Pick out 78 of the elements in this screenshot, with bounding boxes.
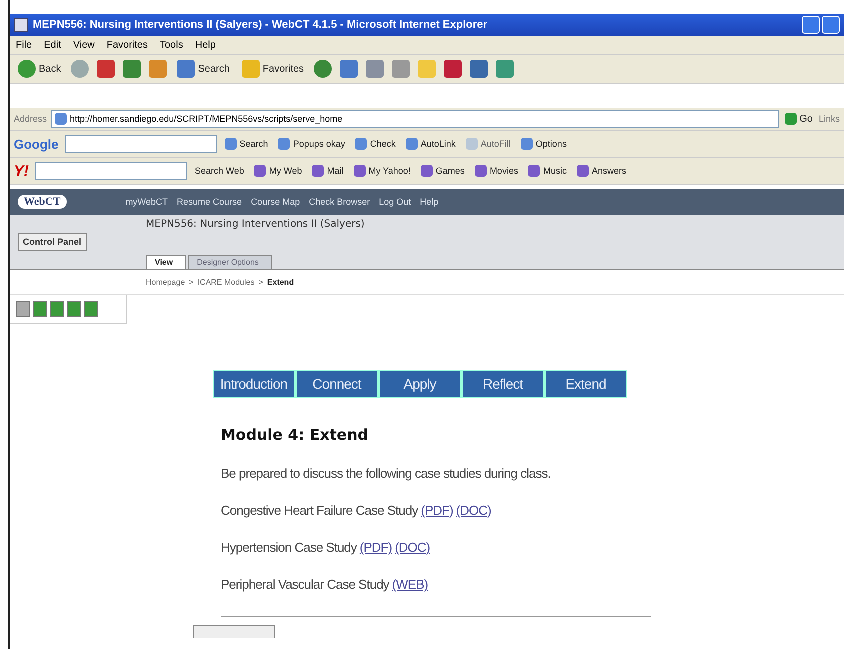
document-link[interactable]: (PDF) bbox=[421, 503, 454, 518]
toolbar-icon[interactable] bbox=[470, 60, 488, 78]
yahoo-search-field[interactable] bbox=[35, 162, 187, 180]
google-toolbar-button[interactable]: Options bbox=[518, 138, 569, 150]
tab[interactable]: Designer Options bbox=[188, 255, 272, 269]
document-link[interactable]: (WEB) bbox=[392, 577, 428, 592]
nav-link[interactable]: Check Browser bbox=[309, 197, 370, 207]
tab[interactable]: View bbox=[146, 255, 186, 269]
toolbar-button[interactable]: Search bbox=[175, 60, 232, 78]
google-search-field[interactable] bbox=[64, 135, 217, 153]
course-title: MEPN556: Nursing Interventions II (Salyers) bbox=[146, 219, 365, 230]
maximize-button[interactable] bbox=[822, 16, 840, 34]
case-study-title: Congestive Heart Failure Case Study bbox=[221, 503, 418, 518]
toolbar-button[interactable]: Back bbox=[16, 60, 64, 78]
case-study-title: Hypertension Case Study bbox=[221, 540, 357, 555]
document-link[interactable]: (DOC) bbox=[456, 503, 492, 518]
search-web-button[interactable]: Search Web bbox=[193, 166, 246, 176]
yahoo-logo[interactable]: Y! bbox=[14, 162, 29, 180]
yahoo-toolbar-button[interactable]: Answers bbox=[574, 165, 628, 177]
breadcrumb-separator: > bbox=[258, 278, 264, 286]
menu-item[interactable]: Help bbox=[195, 40, 216, 50]
module-nav-button[interactable]: Introduction bbox=[214, 371, 294, 397]
nav-link[interactable]: Log Out bbox=[379, 197, 412, 207]
toolbar-icon[interactable] bbox=[366, 60, 384, 78]
page-icon bbox=[55, 113, 68, 125]
google-toolbar-button[interactable]: Popups okay bbox=[276, 138, 348, 150]
document-link[interactable]: (PDF) bbox=[360, 540, 392, 555]
toolbar-icon[interactable] bbox=[444, 60, 462, 78]
toolbar-icon[interactable] bbox=[496, 60, 514, 78]
toolbar-button[interactable]: Favorites bbox=[240, 60, 306, 78]
links-label[interactable]: Links bbox=[818, 114, 840, 124]
menu-item[interactable]: Tools bbox=[160, 40, 184, 50]
window-icon bbox=[14, 18, 28, 32]
google-toolbar-button[interactable]: Search bbox=[222, 138, 270, 150]
small-button[interactable] bbox=[193, 625, 275, 638]
breadcrumb-link[interactable]: Extend bbox=[267, 278, 294, 286]
document-link[interactable]: (DOC) bbox=[395, 540, 430, 555]
module-nav-button[interactable]: Connect bbox=[297, 371, 377, 397]
breadcrumb-link[interactable]: ICARE Modules bbox=[198, 278, 255, 286]
toolbar-icon[interactable] bbox=[314, 60, 332, 78]
window-title: MEPN556: Nursing Interventions II (Salyers) - WebCT 4.1.5 - Microsoft Internet Explorer bbox=[33, 19, 488, 31]
yahoo-toolbar-button[interactable]: My Yahoo! bbox=[352, 165, 413, 177]
case-study-title: Peripheral Vascular Case Study bbox=[221, 577, 390, 592]
page-tool-icon[interactable] bbox=[16, 301, 30, 317]
breadcrumb-separator: > bbox=[189, 278, 194, 286]
go-button[interactable]: Go bbox=[782, 113, 815, 125]
nav-link[interactable]: myWebCT bbox=[126, 197, 168, 207]
minimize-button[interactable] bbox=[802, 16, 820, 34]
module-nav-button[interactable]: Extend bbox=[546, 371, 626, 397]
menu-item[interactable]: Edit bbox=[44, 40, 62, 50]
module-nav-button[interactable]: Reflect bbox=[463, 371, 543, 397]
google-toolbar-button[interactable]: Check bbox=[353, 138, 398, 150]
address-label: Address bbox=[14, 114, 48, 124]
yahoo-toolbar-button[interactable]: Movies bbox=[472, 165, 520, 177]
toolbar-icon[interactable] bbox=[97, 60, 116, 78]
toolbar-icon[interactable] bbox=[392, 60, 410, 78]
yahoo-toolbar-button[interactable]: My Web bbox=[252, 165, 304, 177]
toolbar-icon[interactable] bbox=[123, 60, 142, 78]
nav-link[interactable]: Course Map bbox=[251, 197, 300, 207]
menu-item[interactable]: Favorites bbox=[106, 40, 148, 50]
yahoo-toolbar-button[interactable]: Music bbox=[526, 165, 569, 177]
nav-link[interactable]: Help bbox=[420, 197, 439, 207]
module-nav-button[interactable]: Apply bbox=[380, 371, 460, 397]
toolbar-icon[interactable] bbox=[340, 60, 358, 78]
address-field[interactable]: http://homer.sandiego.edu/SCRIPT/MEPN556vs/scripts/serve_home bbox=[51, 110, 779, 128]
intro-text: Be prepared to discuss the following case studies during class. bbox=[221, 466, 552, 481]
toolbar-icon[interactable] bbox=[149, 60, 168, 78]
menu-item[interactable]: View bbox=[73, 40, 95, 50]
google-toolbar-button[interactable]: AutoLink bbox=[404, 138, 458, 150]
nav-link[interactable]: Resume Course bbox=[177, 197, 242, 207]
breadcrumb-link[interactable]: Homepage bbox=[146, 278, 186, 286]
google-logo[interactable]: Google bbox=[14, 136, 59, 152]
module-heading: Module 4: Extend bbox=[221, 426, 370, 444]
menu-item[interactable]: File bbox=[16, 40, 32, 50]
webct-logo[interactable]: WebCT bbox=[18, 195, 67, 209]
yahoo-toolbar-button[interactable]: Games bbox=[418, 165, 467, 177]
yahoo-toolbar-button[interactable]: Mail bbox=[310, 165, 346, 177]
control-panel-button[interactable]: Control Panel bbox=[18, 233, 87, 251]
